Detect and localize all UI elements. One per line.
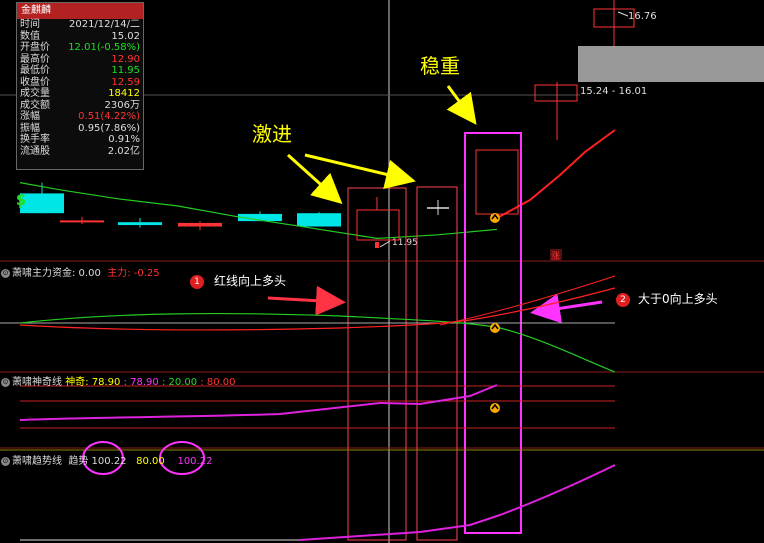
aggressive-box-2 [416, 186, 458, 541]
panel-toggle-icon[interactable]: ⊙ [1, 456, 10, 466]
info-row-value: 2021/12/14/二 [68, 19, 140, 30]
info-row-key: 最高价 [20, 53, 50, 65]
steady-candle [475, 149, 519, 215]
note-2-badge: 2 [616, 292, 630, 307]
info-row: 收盘价 12.59 [17, 77, 143, 89]
info-row-value: 12.01(-0.58%) [68, 42, 140, 53]
small-candle [356, 209, 400, 241]
info-row-value: 0.51(4.22%) [78, 111, 140, 122]
panel-toggle-icon[interactable]: ⊙ [1, 377, 10, 387]
info-row: 开盘价 12.01(-0.58%) [17, 42, 143, 54]
info-row: 数值 15.02 [17, 31, 143, 43]
info-row-value: 18412 [108, 88, 140, 99]
s-signal-marker: S [16, 193, 26, 209]
info-row-key: 流通股 [20, 145, 50, 157]
info-panel: 金麒麟 时间 2021/12/14/二数值 15.02 开盘价 12.01(-0.58%… [16, 2, 144, 170]
red-marker [375, 242, 379, 248]
money-flow-red-line-2 [439, 275, 616, 326]
info-row-key: 最低价 [20, 65, 50, 76]
info-row-key: 换手率 [20, 134, 50, 145]
panel-toggle-icon[interactable]: ⊙ [1, 268, 10, 278]
note-2-text: 大于0向上多头 [638, 292, 718, 306]
info-row-key: 振幅 [20, 122, 40, 134]
info-row-key: 时间 [20, 19, 40, 30]
arrow-zero-line [530, 293, 603, 324]
candle-body [534, 84, 578, 102]
info-panel-title: 金麒麟 [17, 3, 143, 19]
high-price-label: 16.76 [628, 11, 657, 22]
limit-up-label: 涨 [551, 251, 560, 262]
signal-icon [490, 403, 500, 413]
info-row: 时间 2021/12/14/二 [17, 19, 143, 31]
aggressive-label: 激进 [252, 122, 292, 146]
signal-icon [490, 323, 500, 333]
info-row-key: 成交额 [20, 99, 50, 111]
info-row: 涨幅 0.51(4.22%) [17, 111, 143, 123]
info-row-value: 12.59 [111, 76, 140, 88]
info-row: 流通股 2.02亿 [17, 146, 143, 158]
magic-line [19, 384, 498, 421]
info-row-value: 2306万 [104, 99, 140, 111]
info-row: 最低价 11.95 [17, 65, 143, 77]
candle-body [20, 193, 64, 214]
info-row-value: 0.95(7.86%) [78, 122, 140, 134]
info-row-key: 成交量 [20, 88, 50, 99]
candle-body [60, 220, 104, 223]
signal-icon [490, 213, 500, 223]
magic-panel-label[interactable]: ⊙ 萧啸神奇线 神奇: 78.90 : 78.90 : 20.00 : 80.00 [1, 373, 236, 388]
info-row-key: 数值 [20, 30, 40, 42]
info-row: 成交额 2306万 [17, 100, 143, 112]
info-row: 最高价 12.90 [17, 54, 143, 66]
candle-body [178, 222, 222, 227]
info-row-value: 15.02 [111, 30, 140, 42]
info-row-value: 2.02亿 [107, 145, 140, 157]
info-row-value: 11.95 [111, 65, 140, 76]
note-1: 1 红线向上多头 [190, 272, 286, 289]
info-row: 成交量 18412 [17, 88, 143, 100]
info-row-key: 涨幅 [20, 111, 40, 122]
steady-label: 稳重 [420, 54, 460, 78]
info-row-key: 开盘价 [20, 42, 50, 53]
info-row: 换手率 0.91% [17, 134, 143, 146]
info-row-value: 12.90 [111, 53, 140, 65]
arrow-red-line [267, 285, 346, 316]
money-flow-red-line [19, 287, 616, 331]
price-range-label: 15.24 - 16.01 [580, 86, 647, 97]
price-range-box [578, 46, 764, 82]
moving-average-line [19, 182, 498, 240]
note-1-badge: 1 [190, 274, 204, 289]
note-1-text: 红线向上多头 [214, 274, 287, 288]
steady-box [464, 132, 522, 534]
rising-trend-line [496, 129, 616, 219]
info-row-value: 0.91% [108, 134, 140, 145]
candle-body [297, 213, 341, 227]
arrow-aggressive-2 [304, 153, 416, 190]
candle-body [118, 222, 162, 226]
money-flow-panel-label[interactable]: ⊙ 萧啸主力资金: 0.00 主力: -0.25 [1, 264, 160, 279]
note-2: 2 大于0向上多头 [616, 290, 718, 307]
trend-panel-label[interactable]: ⊙ 萧啸趋势线 趋势 100.22 80.00 100.22 [1, 452, 212, 467]
high-price-marker [617, 11, 629, 17]
info-row-key: 收盘价 [20, 76, 50, 88]
info-row: 振幅 0.95(7.86%) [17, 123, 143, 135]
money-flow-green-line [19, 312, 616, 373]
arrow-steady [446, 85, 477, 125]
